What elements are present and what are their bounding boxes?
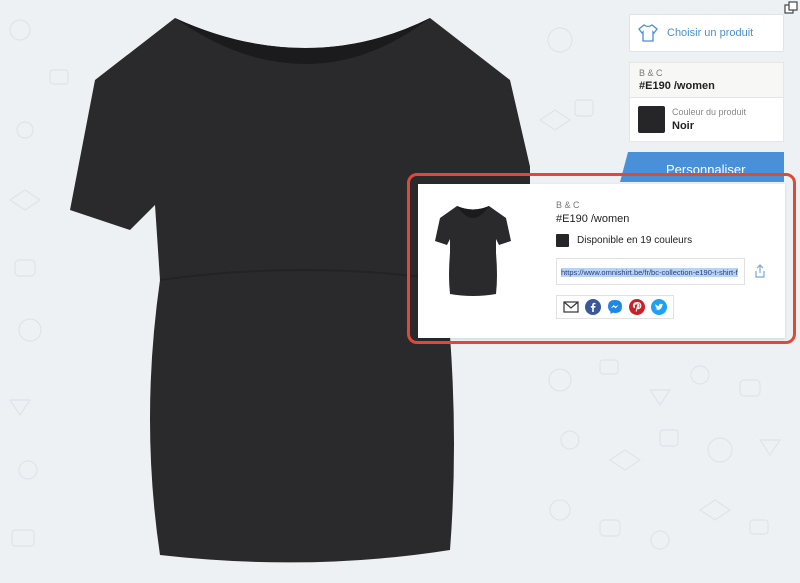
color-swatch-small — [556, 234, 569, 247]
facebook-icon[interactable] — [585, 299, 601, 315]
product-reference: #E190 /women — [639, 80, 715, 92]
color-caption: Couleur du produit — [672, 107, 747, 117]
share-url-text: https://www.omnishirt.be/fr/bc-collectio… — [561, 268, 738, 284]
email-icon[interactable] — [563, 301, 579, 313]
share-card: B & C #E190 /women Disponible en 19 coul… — [418, 184, 785, 338]
popup-toggle-icon[interactable] — [784, 1, 798, 15]
color-name: Noir — [672, 120, 694, 132]
choose-product-button[interactable]: Choisir un produit — [629, 14, 784, 52]
tshirt-icon — [638, 24, 658, 42]
share-export-icon[interactable] — [754, 264, 766, 278]
product-thumbnail — [435, 206, 511, 296]
messenger-icon[interactable] — [607, 299, 623, 315]
twitter-icon[interactable] — [651, 299, 667, 315]
share-reference: #E190 /women — [556, 213, 630, 225]
pinterest-icon[interactable] — [629, 299, 645, 315]
product-brand: B & C — [639, 68, 663, 78]
share-url-field[interactable]: https://www.omnishirt.be/fr/bc-collectio… — [556, 258, 745, 285]
availability: Disponible en 19 couleurs — [556, 234, 692, 247]
share-icons — [556, 295, 674, 319]
share-popup: B & C #E190 /women Disponible en 19 coul… — [407, 173, 796, 344]
share-brand: B & C — [556, 200, 580, 210]
product-color-selector[interactable]: Couleur du produit Noir — [629, 98, 784, 142]
choose-product-label: Choisir un produit — [667, 27, 754, 39]
availability-text: Disponible en 19 couleurs — [577, 235, 693, 246]
color-swatch — [638, 106, 665, 133]
product-info: B & C #E190 /women — [629, 62, 784, 98]
